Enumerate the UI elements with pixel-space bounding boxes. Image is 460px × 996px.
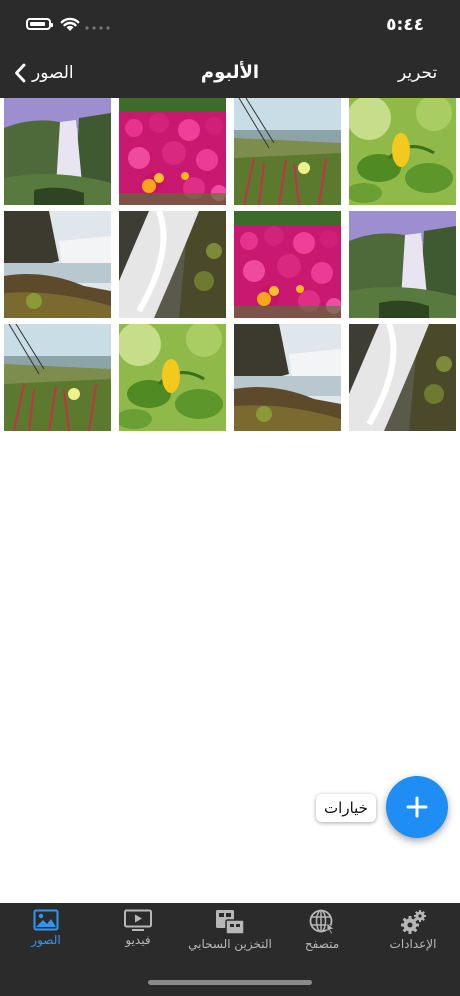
wifi-icon: [60, 17, 80, 31]
navigation-bar: تحرير الألبوم الصور: [0, 50, 460, 98]
photo-thumbnail[interactable]: [349, 211, 456, 318]
rushing-water-image: [349, 324, 456, 431]
gear-icon: [401, 910, 426, 934]
photo-grid: [4, 98, 456, 431]
signal-icon: [85, 26, 110, 30]
coastal-waterfall-image: [234, 324, 341, 431]
waterfall-image: [4, 98, 111, 205]
status-time: ٥:٤٤: [386, 15, 424, 35]
tab-photos[interactable]: الصور: [26, 909, 66, 961]
photo-thumbnail[interactable]: [119, 98, 226, 205]
pink-flowers-image: [119, 98, 226, 205]
yellow-leaf-image: [119, 324, 226, 431]
photo-thumbnail[interactable]: [349, 324, 456, 431]
waterfall-image: [349, 211, 456, 318]
photo-thumbnail[interactable]: [234, 211, 341, 318]
photo-thumbnail[interactable]: [119, 211, 226, 318]
chevron-left-icon: [15, 63, 26, 83]
yellow-leaf-image: [349, 98, 456, 205]
tab-cloud-storage[interactable]: التخزين السحابي: [184, 909, 276, 961]
plus-icon: [406, 796, 428, 818]
video-icon: [124, 909, 152, 931]
photo-thumbnail[interactable]: [4, 324, 111, 431]
photos-icon: [33, 909, 59, 931]
tab-label: التخزين السحابي: [188, 937, 272, 951]
tab-label: متصفح: [304, 937, 340, 951]
cloud-storage-icon: [216, 910, 245, 935]
tab-label: فيديو: [125, 933, 151, 947]
globe-icon: [309, 909, 335, 935]
photo-thumbnail[interactable]: [349, 98, 456, 205]
battery-icon: [26, 18, 53, 30]
coastal-plants-image: [4, 324, 111, 431]
coastal-waterfall-image: [4, 211, 111, 318]
add-button[interactable]: [386, 776, 448, 838]
tab-label: الصور: [31, 933, 61, 947]
tab-browser[interactable]: متصفح: [298, 909, 346, 961]
tab-settings[interactable]: الإعدادات: [386, 909, 440, 961]
photo-thumbnail[interactable]: [4, 211, 111, 318]
options-label[interactable]: خيارات: [316, 794, 376, 822]
photo-thumbnail[interactable]: [119, 324, 226, 431]
back-button-label: الصور: [32, 63, 74, 83]
pink-flowers-image: [234, 211, 341, 318]
photo-thumbnail[interactable]: [234, 98, 341, 205]
status-bar: ٥:٤٤: [0, 0, 460, 50]
photo-thumbnail[interactable]: [234, 324, 341, 431]
tab-label: الإعدادات: [389, 937, 437, 951]
tab-video[interactable]: فيديو: [118, 909, 158, 961]
photo-thumbnail[interactable]: [4, 98, 111, 205]
back-button[interactable]: الصور: [14, 63, 74, 83]
home-indicator[interactable]: [148, 980, 312, 985]
coastal-plants-image: [234, 98, 341, 205]
rushing-water-image: [119, 211, 226, 318]
